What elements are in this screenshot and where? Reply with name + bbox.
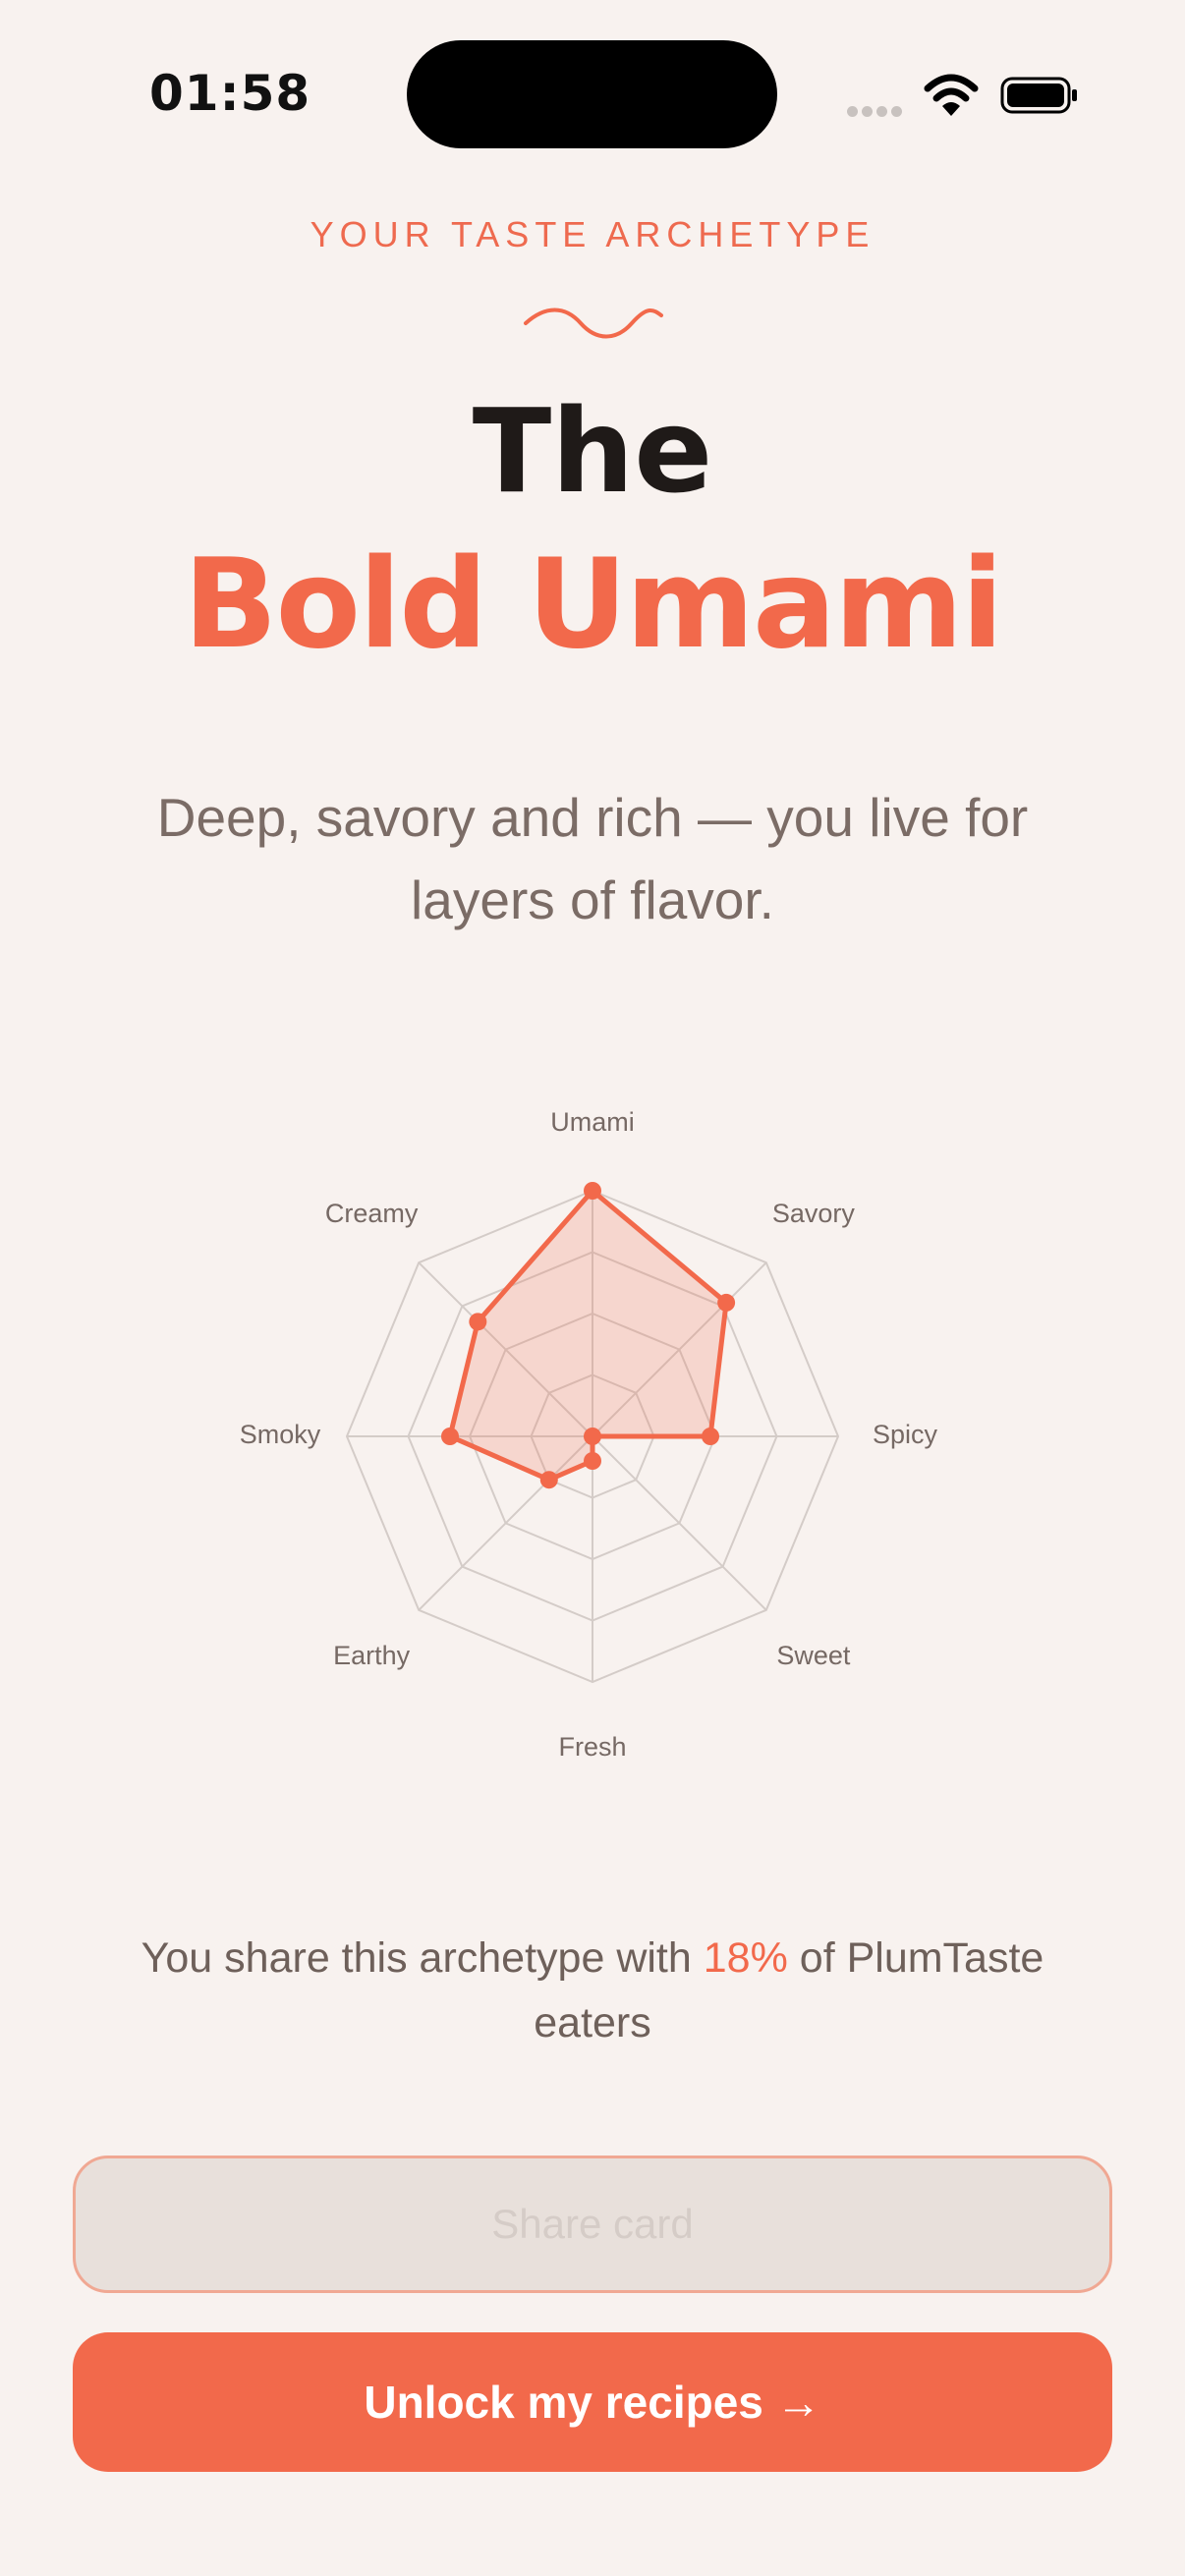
- radar-data-point: [469, 1313, 487, 1331]
- share-percent: 18%: [703, 1934, 788, 1982]
- radar-axis-label: Savory: [772, 1199, 856, 1228]
- taste-radar-chart: Umami Savory Spicy Sweet Fresh Earthy Smoky Cre…: [240, 1107, 938, 1762]
- radar-axis-label: Earthy: [333, 1641, 411, 1670]
- radar-axis-label: Creamy: [325, 1199, 419, 1228]
- eyebrow-label: YOUR TASTE ARCHETYPE: [310, 214, 875, 254]
- radar-axis-label: Umami: [550, 1107, 635, 1137]
- radar-data-point: [584, 1182, 601, 1200]
- radar-data-point: [441, 1428, 459, 1445]
- squiggle-divider-icon: [524, 308, 663, 339]
- radar-data-point: [539, 1471, 558, 1489]
- radar-axis-label: Smoky: [240, 1420, 321, 1449]
- radar-data-point: [702, 1428, 719, 1445]
- share-card-label: Share card: [491, 2201, 694, 2247]
- status-time: 01:58: [149, 65, 311, 122]
- battery-icon: [1000, 77, 1077, 114]
- cellular-signal-icon: [847, 104, 906, 122]
- radar-data-point: [717, 1293, 736, 1312]
- archetype-title: Bold Umami: [183, 532, 1004, 676]
- radar-axis-label: Fresh: [558, 1732, 626, 1762]
- radar-axis-label: Sweet: [776, 1641, 851, 1670]
- dynamic-island: [407, 40, 777, 148]
- radar-data-point: [584, 1428, 601, 1445]
- share-prefix: You share this archetype with: [141, 1934, 704, 1982]
- archetype-description: Deep, savory and rich — you live for lay…: [156, 787, 1029, 930]
- radar-axis-label: Spicy: [873, 1420, 938, 1449]
- unlock-recipes-label: Unlock my recipes →: [364, 2377, 821, 2428]
- wifi-icon: [924, 74, 979, 116]
- archetype-share-stat: You share this archetype with 18% of Plu…: [108, 1926, 1077, 2055]
- share-card-button[interactable]: Share card: [73, 2156, 1112, 2293]
- title-prefix: The: [472, 383, 713, 519]
- unlock-recipes-button[interactable]: Unlock my recipes →: [73, 2332, 1112, 2472]
- radar-data-point: [584, 1452, 601, 1470]
